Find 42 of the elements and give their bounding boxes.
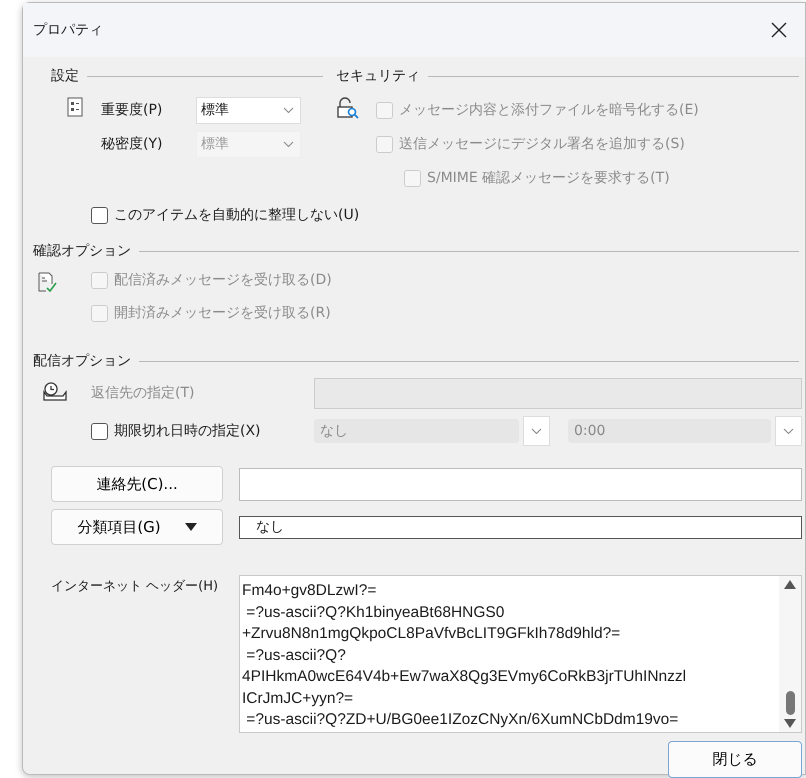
field-label: インターネット ヘッダー(H) [51,578,220,596]
contacts-button[interactable]: 連絡先(C)... [51,466,223,502]
section-heading: 配信オプション [33,352,131,370]
close-dialog-button[interactable]: 閉じる [668,741,802,778]
caret-icon [184,523,197,531]
checkbox-label: 開封済みメッセージを受け取る(R) [114,304,331,323]
chevron-icon [531,428,542,434]
close-icon [771,22,787,38]
checkbox[interactable] [91,207,108,224]
contacts-field[interactable] [239,468,802,500]
tracking-icon [37,272,57,294]
importance-select[interactable]: 標準 [196,96,301,124]
scrollbar-thumb[interactable] [786,691,794,715]
checkbox-label: S/MIME 確認メッセージを要求する(T) [427,168,670,188]
chevron-icon [283,106,294,114]
properties-icon [67,97,83,118]
field-label: 重要度(P) [101,100,164,120]
checkbox-label: メッセージ内容と添付ファイルを暗号化する(E) [399,100,699,120]
scroll-down-icon [784,719,796,728]
section-heading: セキュリティ [336,66,420,86]
categories-button[interactable]: 分類項目(G) [51,509,223,545]
checkbox-label: 送信メッセージにデジタル署名を追加する(S) [399,134,685,154]
header-text: Fm4o+gv8DLzwI?= =?us-ascii?Q?Kh1binyeaBt68HNGS0 +Zrvu8N8n1mgQkpoCL8PaVfvBcLIT9GFkIh78d9hld?= =?us-ascii?Q? 4PIHkmA0wcE64V4b+Ew7waX8Qg3EVmy6CoRkB3jrTUhINnzzl ICrJmJC+yyn?= =?us-ascii?Q?ZD+U/BG0ee1IZozCNyXn/6XumNCbDdm19vo= [241,581,688,730]
scrollbar[interactable] [779,576,801,732]
field-label: 返信先の指定(T) [91,384,196,402]
checkbox-label: このアイテムを自動的に整理しない(U) [114,206,360,225]
headers-text-area[interactable] [239,575,802,733]
checkbox-label: 期限切れ日時の指定(X) [114,422,261,440]
checkbox[interactable] [91,422,108,440]
chevron-icon [783,428,794,434]
field-label: 秘密度(Y) [101,134,164,154]
dropdown-button[interactable] [523,416,550,446]
checkbox-label: 配信済みメッセージを受け取る(D) [114,271,332,290]
reply-time-icon [43,382,67,402]
scroll-up-icon [784,580,796,589]
section-heading: 確認オプション [33,242,131,260]
section-heading: 設定 [51,66,79,86]
window-title: プロパティ [33,20,103,40]
chevron-icon [283,140,294,148]
lock-key-icon [336,97,360,119]
dropdown-button[interactable] [775,416,802,446]
categories-field[interactable]: なし [239,516,802,538]
